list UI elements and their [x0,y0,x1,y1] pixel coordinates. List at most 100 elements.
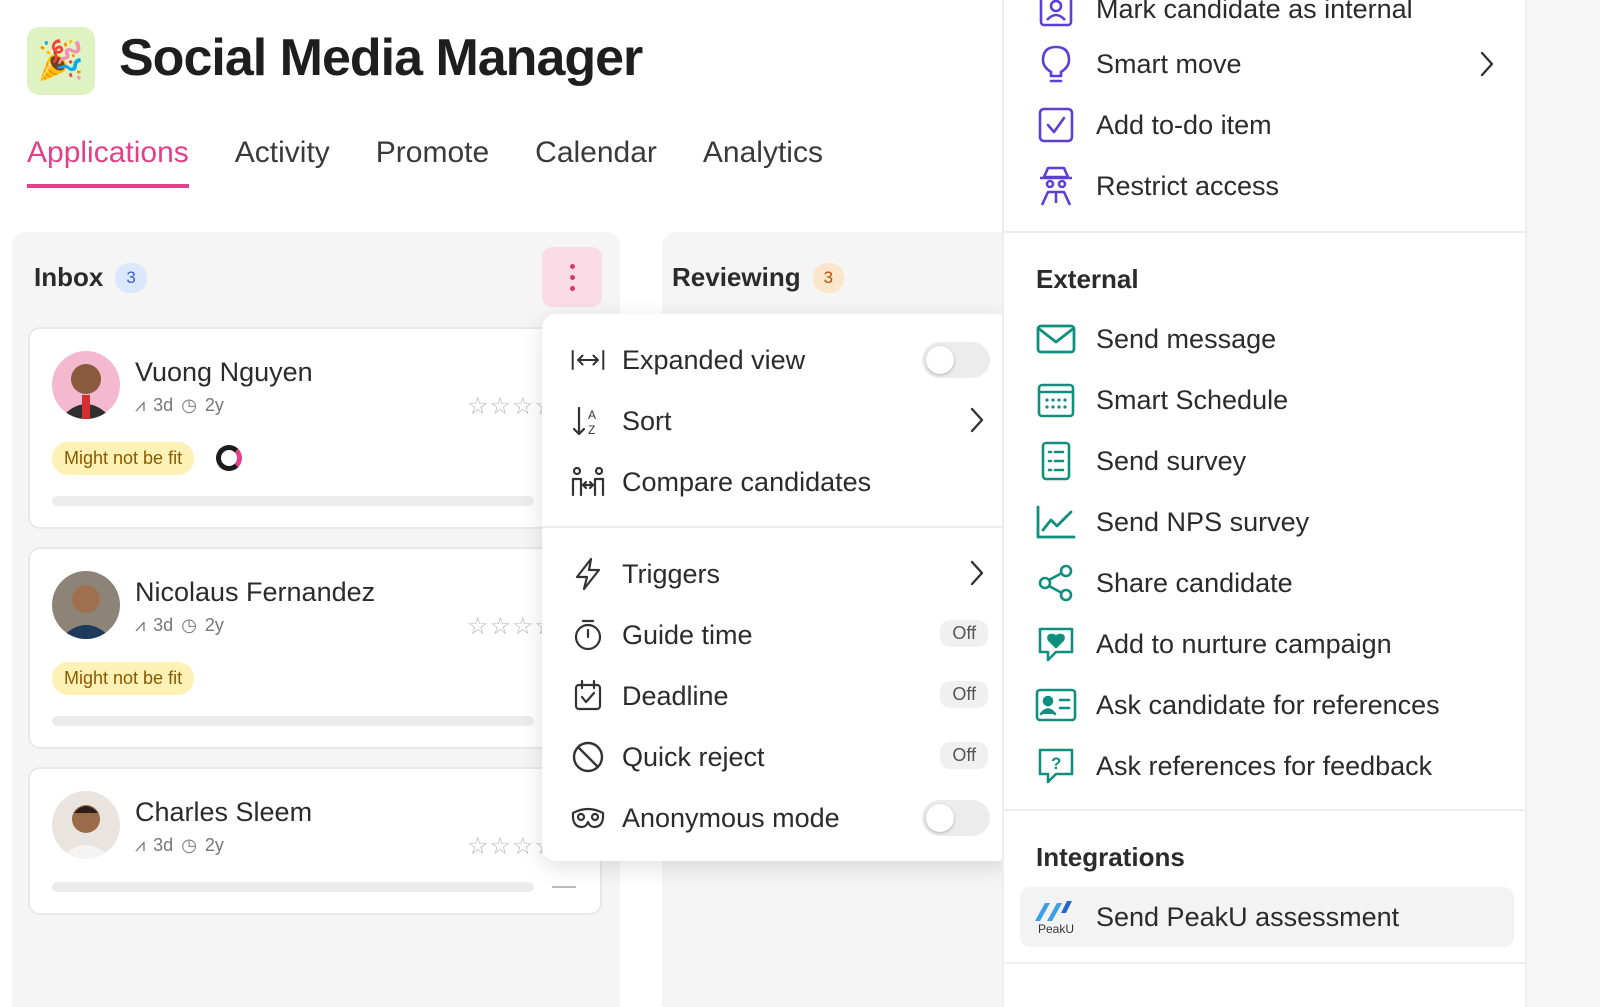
calendar-grid-icon [1034,378,1078,422]
compare-icon [570,464,606,500]
chevron-right-icon [968,405,986,440]
clock-icon: ◷ [181,615,197,635]
candidate-meta: ⩘ 3d ◷ 2y [135,615,224,636]
kebab-dot [569,274,575,280]
menu-item-label: Send survey [1096,445,1247,476]
line-chart-icon [1034,500,1078,544]
menu-item-smart-schedule[interactable]: Smart Schedule [1020,371,1514,429]
menu-item-label: Guide time [622,619,753,650]
status-badge: Off [940,681,988,708]
count-badge: 3 [812,262,845,293]
progress-bar [52,716,534,726]
app-icon: 🎉 [27,27,95,95]
count-badge: 3 [115,262,147,293]
progress-bar [52,496,534,506]
menu-item-quick-reject[interactable]: Quick reject Off [542,727,1012,787]
contact-card-icon [1034,683,1078,727]
menu-item-label: Smart Schedule [1096,384,1289,415]
lightbulb-icon [1034,42,1078,86]
clock-icon: ◷ [181,395,197,415]
peaku-logo-icon: PeakU [1034,895,1078,939]
tab-promote[interactable]: Promote [376,136,489,188]
share-icon [1034,561,1078,605]
menu-divider [1004,809,1529,811]
menu-item-label: Send PeakU assessment [1096,901,1400,932]
expand-horizontal-icon [570,342,606,378]
page-title: Social Media Manager [119,29,643,87]
menu-item-label: Expanded view [622,344,806,375]
menu-item-sort[interactable]: AZ Sort [542,391,1012,451]
sort-icon: AZ [570,403,606,439]
menu-item-restrict-access[interactable]: Restrict access [1020,157,1514,215]
kebab-dot [569,285,575,291]
column-options-button[interactable] [542,247,602,307]
menu-item-label: Mark candidate as internal [1096,0,1413,24]
menu-item-add-todo[interactable]: Add to-do item [1020,96,1514,154]
question-message-icon: ? [1034,744,1078,788]
menu-item-nurture-campaign[interactable]: Add to nurture campaign [1020,615,1514,673]
checkbox-icon [1034,103,1078,147]
spy-icon [1034,164,1078,208]
menu-item-send-nps-survey[interactable]: Send NPS survey [1020,493,1514,551]
tab-calendar[interactable]: Calendar [535,136,657,188]
status-badge: Off [940,620,988,647]
menu-item-label: Smart move [1096,48,1242,79]
menu-item-anonymous-mode[interactable]: Anonymous mode [542,788,1012,848]
background-panel-edge [1527,0,1600,1007]
expanded-view-toggle[interactable] [922,342,990,378]
activity-value: 3d [153,615,174,635]
status-badge: Off [940,742,988,769]
candidate-name: Nicolaus Fernandez [135,577,376,607]
menu-divider [542,526,1012,528]
menu-item-send-message[interactable]: Send message [1020,310,1514,368]
stopwatch-icon [570,617,606,653]
tab-analytics[interactable]: Analytics [703,136,823,188]
fit-tag: Might not be fit [52,662,195,695]
menu-item-label: Compare candidates [622,466,872,497]
menu-item-label: Sort [622,405,672,436]
menu-item-mark-internal[interactable]: Mark candidate as internal [1020,0,1514,38]
activity-value: 3d [153,835,174,855]
age-value: 2y [204,835,224,855]
menu-item-label: Share candidate [1096,567,1293,598]
menu-item-ask-references-feedback[interactable]: ? Ask references for feedback [1020,737,1514,795]
menu-item-label: Deadline [622,680,729,711]
peaku-logo-text: PeakU [1037,922,1075,936]
menu-divider [1004,962,1529,964]
menu-item-send-survey[interactable]: Send survey [1020,432,1514,490]
svg-text:A: A [588,408,596,422]
menu-item-smart-move[interactable]: Smart move [1020,35,1514,93]
collapse-dash-icon [552,886,576,888]
candidate-card[interactable]: Nicolaus Fernandez ⩘ 3d ◷ 2y ☆☆☆☆ Might … [28,547,602,749]
menu-item-triggers[interactable]: Triggers [542,544,1012,604]
menu-item-label: Restrict access [1096,170,1280,201]
kebab-dot [569,263,575,269]
column-title: Reviewing [672,262,801,292]
lightning-icon [570,556,606,592]
candidate-card[interactable]: Charles Sleem ⩘ 3d ◷ 2y ☆☆☆☆ [28,767,602,915]
tab-applications[interactable]: Applications [27,136,189,188]
clipboard-list-icon [1034,439,1078,483]
menu-item-expanded-view[interactable]: Expanded view [542,330,1012,390]
menu-item-label: Quick reject [622,741,765,772]
section-title-integrations: Integrations [1036,842,1185,872]
candidate-card[interactable]: Vuong Nguyen ⩘ 3d ◷ 2y ☆☆☆☆ Might not be… [28,327,602,529]
heart-message-icon [1034,622,1078,666]
candidate-meta: ⩘ 3d ◷ 2y [135,835,224,856]
anonymous-mode-toggle[interactable] [922,800,990,836]
chevron-right-icon [1478,49,1496,84]
menu-item-compare-candidates[interactable]: Compare candidates [542,452,1012,512]
prohibited-icon [570,739,606,775]
menu-item-share-candidate[interactable]: Share candidate [1020,554,1514,612]
menu-item-label: Send NPS survey [1096,506,1310,537]
menu-item-send-peaku-assessment[interactable]: PeakU Send PeakU assessment [1020,887,1514,947]
activity-icon: ⩘ [135,835,146,855]
menu-item-label: Anonymous mode [622,802,840,833]
menu-item-deadline[interactable]: Deadline Off [542,666,1012,726]
avatar [52,791,120,859]
menu-item-guide-time[interactable]: Guide time Off [542,605,1012,665]
tab-bar: Applications Activity Promote Calendar A… [27,136,823,188]
tab-activity[interactable]: Activity [235,136,330,188]
menu-item-ask-candidate-references[interactable]: Ask candidate for references [1020,676,1514,734]
candidate-name: Charles Sleem [135,797,313,827]
